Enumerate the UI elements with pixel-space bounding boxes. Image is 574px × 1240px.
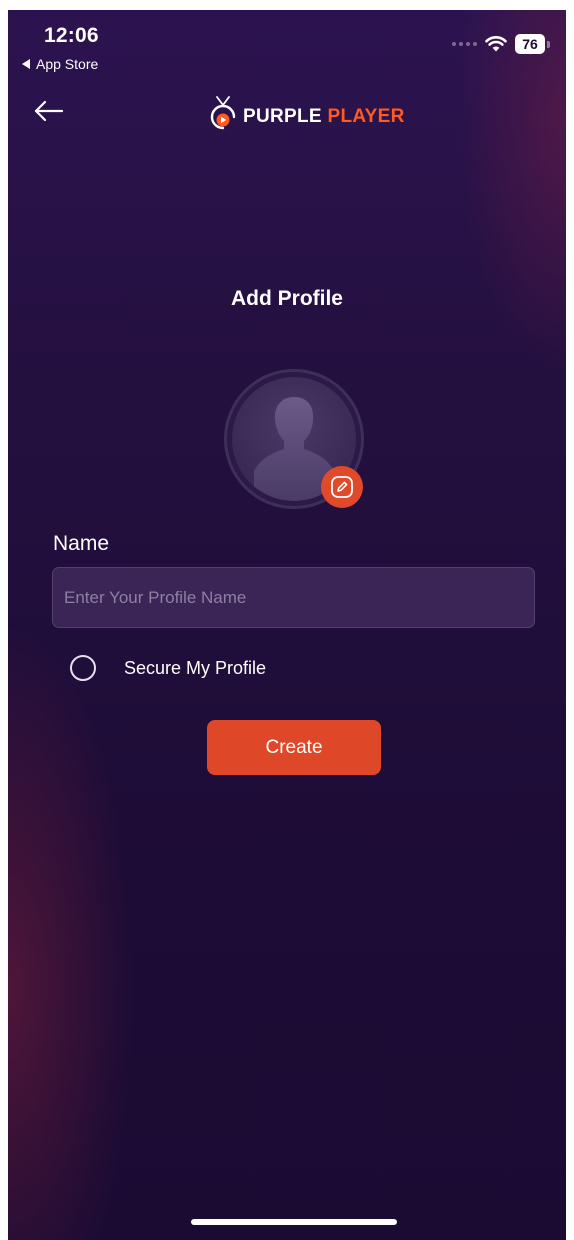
pencil-edit-icon: [331, 476, 353, 498]
profile-avatar[interactable]: [224, 369, 364, 509]
page-title: Add Profile: [230, 287, 343, 310]
wifi-icon: [485, 36, 507, 52]
back-to-app-link[interactable]: App Store: [22, 56, 98, 72]
secure-profile-label: Secure My Profile: [124, 657, 267, 678]
back-arrow-icon[interactable]: [32, 96, 66, 126]
status-indicators: 76: [452, 34, 550, 54]
cellular-signal-icon: [452, 42, 477, 46]
create-button[interactable]: Create: [207, 720, 381, 775]
logo-word-purple: PURPLE: [243, 106, 322, 127]
battery-tip: [547, 40, 550, 48]
edit-avatar-button[interactable]: [321, 466, 363, 508]
secure-profile-radio[interactable]: [70, 655, 96, 681]
home-indicator[interactable]: [191, 1219, 397, 1225]
logo-wordmark: PURPLE PLAYER: [243, 106, 405, 128]
profile-name-input[interactable]: [52, 567, 535, 628]
status-time: 12:06: [44, 24, 99, 47]
battery-level: 76: [515, 34, 545, 54]
battery-indicator: 76: [515, 34, 550, 54]
secure-profile-option[interactable]: Secure My Profile: [70, 655, 266, 681]
add-profile-screen: 12:06 App Store 76 PURPLE PLAYER Add Pro…: [8, 10, 566, 1240]
app-logo: PURPLE PLAYER: [206, 94, 405, 134]
logo-word-player: PLAYER: [327, 106, 405, 127]
name-label: Name: [53, 532, 110, 555]
tv-play-logo-icon: [210, 96, 236, 130]
back-app-label: App Store: [36, 56, 99, 72]
back-triangle-icon: [22, 59, 30, 69]
